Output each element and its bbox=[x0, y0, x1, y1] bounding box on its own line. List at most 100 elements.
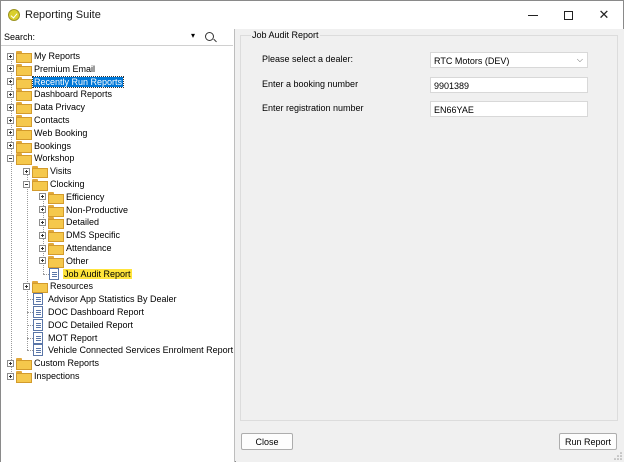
close-window-button[interactable]: ✕ bbox=[586, 1, 622, 29]
expand-icon[interactable] bbox=[39, 257, 46, 265]
run-report-button[interactable]: Run Report bbox=[559, 433, 617, 450]
report-tree-panel: Search: ▾ My Reports Premium Email Recentl… bbox=[1, 29, 235, 462]
expand-icon[interactable] bbox=[39, 193, 46, 201]
tree-report-item[interactable]: DOC Dashboard Report bbox=[33, 306, 145, 318]
expand-icon[interactable] bbox=[7, 78, 14, 86]
folder-icon bbox=[16, 51, 32, 63]
tree-folder-item[interactable]: Premium Email bbox=[7, 63, 96, 76]
tree-folder-item[interactable]: Attendance bbox=[39, 242, 113, 255]
close-icon: ✕ bbox=[598, 7, 610, 22]
booking-number-value: 9901389 bbox=[434, 81, 470, 91]
tree-folder-item[interactable]: Other bbox=[39, 255, 90, 268]
tree-item-label: Visits bbox=[50, 166, 72, 177]
group-title: Job Audit Report bbox=[251, 30, 320, 40]
tree-item-label: Clocking bbox=[50, 179, 85, 189]
resize-grip-icon[interactable] bbox=[614, 452, 622, 460]
expand-icon[interactable] bbox=[39, 206, 46, 214]
search-bar: Search: ▾ bbox=[3, 29, 231, 45]
dealer-select[interactable]: RTC Motors (DEV) ⌵ bbox=[430, 52, 588, 68]
expand-icon[interactable] bbox=[7, 52, 14, 60]
tree-folder-item[interactable]: Web Booking bbox=[7, 127, 88, 140]
registration-number-input[interactable]: EN66YAE bbox=[430, 101, 588, 117]
report-document-icon bbox=[33, 306, 43, 318]
registration-number-label: Enter registration number bbox=[262, 103, 364, 113]
tree-folder-item[interactable]: Resources bbox=[23, 280, 94, 294]
registration-number-value: EN66YAE bbox=[434, 105, 474, 115]
tree-report-item[interactable]: Advisor App Statistics By Dealer bbox=[33, 293, 178, 306]
tree-report-item[interactable]: DOC Detailed Report bbox=[33, 318, 134, 331]
minimize-icon bbox=[528, 14, 538, 16]
expand-icon[interactable] bbox=[7, 90, 14, 98]
tree-folder-item[interactable]: DMS Specific bbox=[39, 229, 121, 243]
tree-item-label: DOC Detailed Report bbox=[48, 319, 134, 330]
tree-report-item[interactable]: MOT Report bbox=[33, 331, 98, 344]
expand-icon[interactable] bbox=[7, 116, 14, 124]
tree-item-label: Advisor App Statistics By Dealer bbox=[48, 294, 177, 305]
tree-folder-item[interactable]: Visits bbox=[23, 165, 72, 179]
tree-item-label: Bookings bbox=[34, 140, 72, 151]
expand-icon[interactable] bbox=[39, 218, 46, 226]
collapse-icon[interactable] bbox=[23, 180, 30, 188]
app-logo-icon bbox=[8, 9, 20, 21]
tree-folder-item[interactable]: Efficiency bbox=[39, 191, 105, 204]
tree-report-item[interactable]: Job Audit Report bbox=[49, 267, 132, 280]
tree-folder-item[interactable]: Inspections bbox=[7, 370, 81, 383]
tree-folder-item[interactable]: Detailed bbox=[39, 216, 100, 230]
tree-folder-item[interactable]: Custom Reports bbox=[7, 357, 100, 371]
tree-folder-item[interactable]: My Reports bbox=[7, 50, 81, 63]
collapse-icon[interactable] bbox=[7, 154, 14, 162]
folder-icon bbox=[48, 204, 64, 217]
tree-item-label: Contacts bbox=[34, 115, 70, 125]
tree-guide-line bbox=[27, 171, 28, 351]
app-window: Reporting Suite ✕ Search: ▾ My Reports Pr… bbox=[0, 0, 624, 462]
folder-icon bbox=[16, 76, 32, 89]
expand-icon[interactable] bbox=[7, 359, 14, 367]
folder-icon bbox=[16, 63, 32, 76]
expand-icon[interactable] bbox=[7, 142, 14, 150]
tree-item-label: Efficiency bbox=[66, 191, 105, 202]
report-document-icon bbox=[33, 293, 43, 306]
report-document-icon bbox=[33, 331, 43, 344]
expand-icon[interactable] bbox=[39, 231, 46, 239]
expand-icon[interactable] bbox=[7, 372, 14, 380]
tree-item-label: Inspections bbox=[34, 371, 80, 381]
close-button[interactable]: Close bbox=[241, 433, 293, 450]
expand-icon[interactable] bbox=[23, 167, 30, 175]
expand-icon[interactable] bbox=[7, 103, 14, 111]
report-document-icon bbox=[33, 344, 43, 357]
report-document-icon bbox=[33, 318, 43, 331]
expand-icon[interactable] bbox=[7, 129, 14, 137]
tree-item-label: Other bbox=[66, 255, 89, 266]
maximize-button[interactable] bbox=[550, 1, 586, 29]
tree-item-label: Custom Reports bbox=[34, 358, 100, 369]
folder-icon bbox=[16, 153, 32, 166]
folder-icon bbox=[32, 281, 48, 294]
folder-icon bbox=[16, 140, 32, 153]
tree-folder-item[interactable]: Bookings bbox=[7, 140, 72, 153]
tree-folder-item[interactable]: Dashboard Reports bbox=[7, 88, 113, 102]
tree-folder-item[interactable]: Workshop bbox=[7, 152, 75, 166]
minimize-button[interactable] bbox=[515, 1, 551, 29]
search-dropdown-icon[interactable]: ▾ bbox=[191, 31, 195, 40]
tree-folder-item[interactable]: Non-Productive bbox=[39, 204, 129, 217]
expand-icon[interactable] bbox=[7, 65, 14, 73]
tree-report-item[interactable]: Vehicle Connected Services Enrolment Rep… bbox=[33, 344, 234, 357]
tree-folder-item[interactable]: Data Privacy bbox=[7, 101, 86, 115]
report-parameters-panel: Job Audit Report Please select a dealer:… bbox=[236, 29, 624, 462]
tree-folder-item[interactable]: Recently Run Reports bbox=[7, 75, 125, 89]
folder-icon bbox=[32, 166, 48, 179]
tree-folder-item[interactable]: Contacts bbox=[7, 114, 71, 127]
tree-item-label: Resources bbox=[50, 281, 94, 292]
expand-icon[interactable] bbox=[23, 282, 30, 290]
folder-icon bbox=[16, 89, 32, 102]
search-label: Search: bbox=[4, 32, 36, 42]
tree-item-label: Job Audit Report bbox=[63, 268, 132, 279]
tree-item-label: Workshop bbox=[34, 153, 75, 164]
search-icon[interactable] bbox=[205, 32, 214, 41]
booking-number-input[interactable]: 9901389 bbox=[430, 77, 588, 93]
expand-icon[interactable] bbox=[39, 244, 46, 252]
title-bar: Reporting Suite ✕ bbox=[1, 1, 623, 29]
search-input[interactable] bbox=[41, 31, 201, 43]
maximize-icon bbox=[563, 10, 573, 20]
tree-folder-item[interactable]: Clocking bbox=[23, 178, 86, 191]
